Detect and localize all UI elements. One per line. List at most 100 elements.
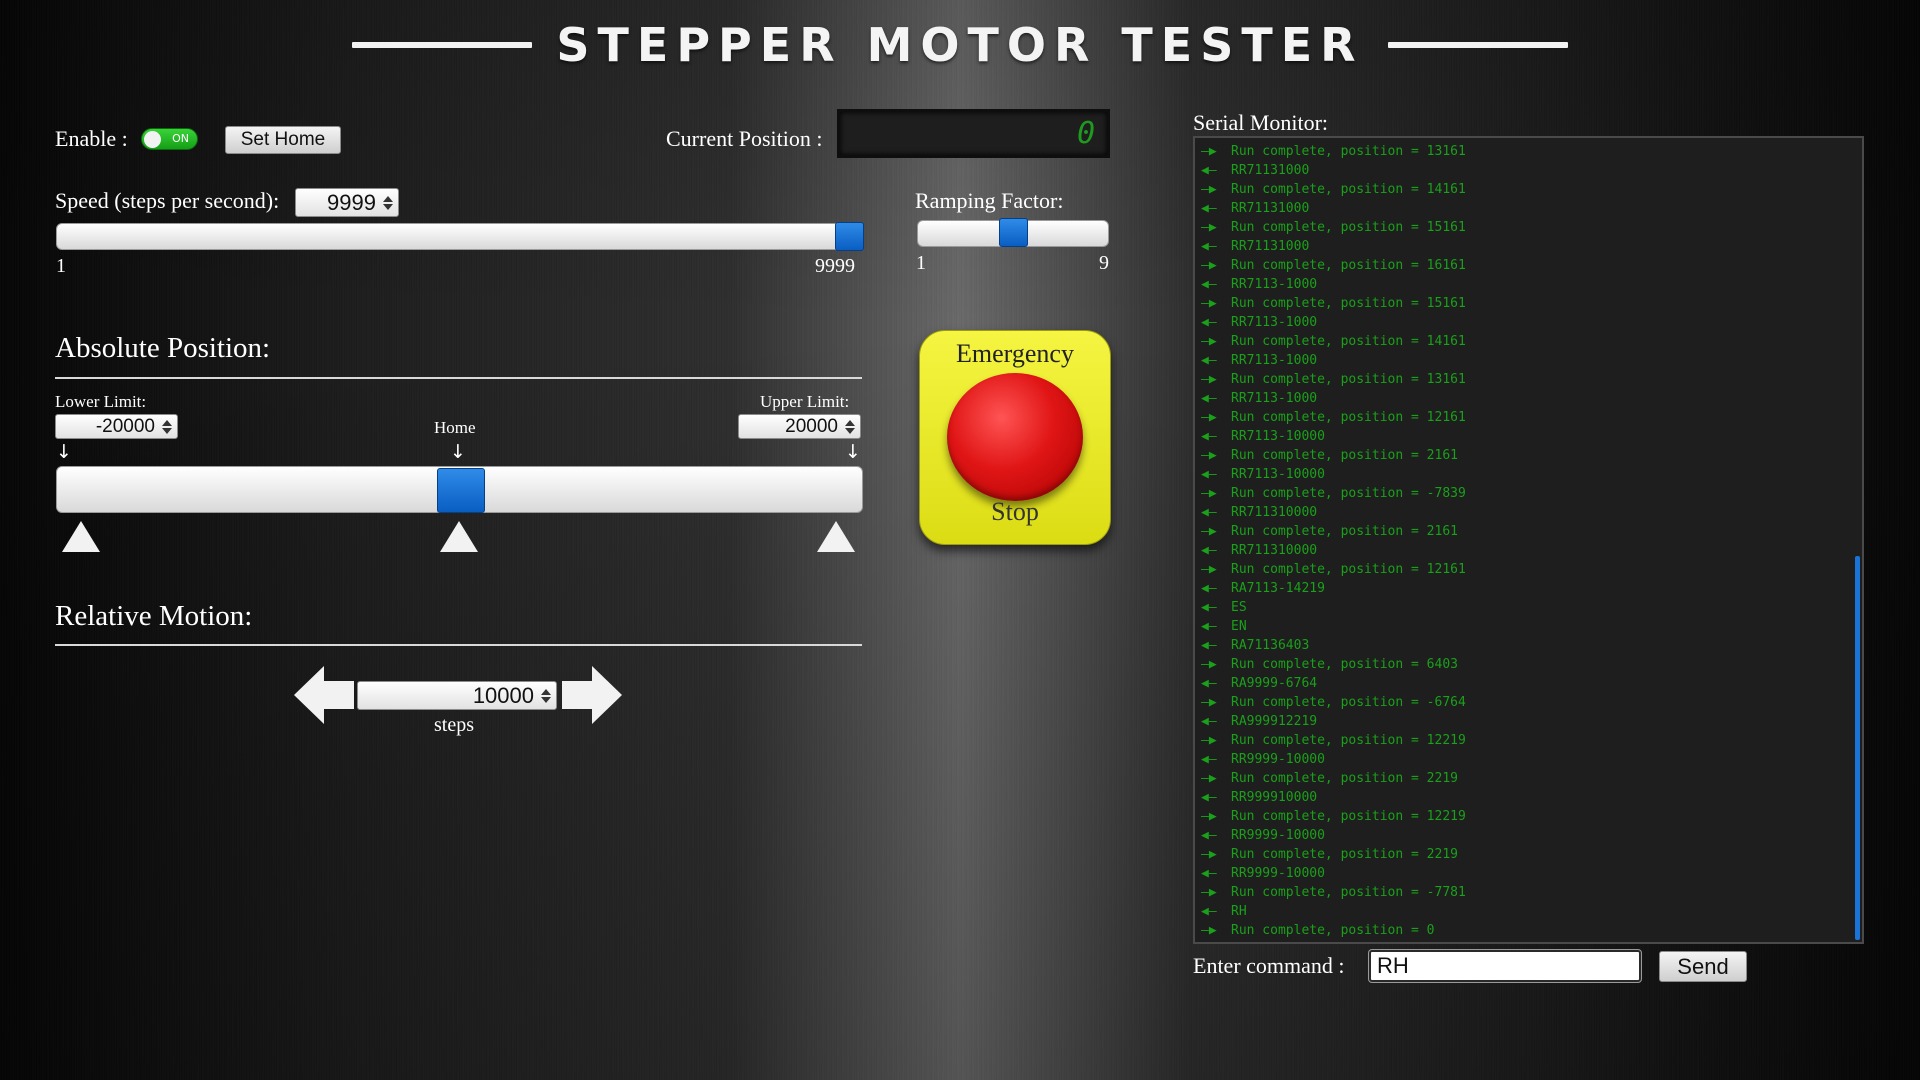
outgoing-arrow-icon: ◀— <box>1201 828 1217 843</box>
incoming-arrow-icon: —▶ <box>1201 372 1217 387</box>
serial-log-text: RR7113-1000 <box>1231 353 1318 368</box>
relative-motion-title: Relative Motion: <box>55 600 253 632</box>
speed-label: Speed (steps per second): <box>55 188 280 213</box>
serial-log-text: RR7113-10000 <box>1231 429 1325 444</box>
speed-min-label: 1 <box>56 255 66 277</box>
outgoing-arrow-icon: ◀— <box>1201 904 1217 919</box>
speed-max-label: 9999 <box>815 255 855 277</box>
serial-log-text: Run complete, position = 2161 <box>1231 524 1458 539</box>
outgoing-arrow-icon: ◀— <box>1201 752 1217 767</box>
absolute-divider <box>55 377 862 379</box>
current-position-label: Current Position : <box>666 126 823 151</box>
serial-scrollbar[interactable] <box>1855 556 1860 940</box>
incoming-arrow-icon: —▶ <box>1201 410 1217 425</box>
serial-log-line: —▶ Run complete, position = 13161 <box>1201 142 1848 161</box>
outgoing-arrow-icon: ◀— <box>1201 505 1217 520</box>
outgoing-arrow-icon: ◀— <box>1201 163 1217 178</box>
current-position-value: 0 <box>1076 116 1095 151</box>
ramping-label: Ramping Factor: <box>915 188 1064 213</box>
outgoing-arrow-icon: ◀— <box>1201 239 1217 254</box>
serial-log-text: Run complete, position = 2219 <box>1231 847 1458 862</box>
relative-steps-value: 10000 <box>472 682 534 708</box>
serial-log-line: —▶ Run complete, position = 14161 <box>1201 332 1848 351</box>
serial-log-line: ◀— RA9999-6764 <box>1201 674 1848 693</box>
move-left-arrow-icon[interactable] <box>294 666 354 724</box>
serial-monitor-log[interactable]: —▶ Run complete, position = 13161 ◀— RR7113… <box>1193 136 1864 944</box>
serial-log-text: RR9999-10000 <box>1231 752 1325 767</box>
incoming-arrow-icon: —▶ <box>1201 258 1217 273</box>
serial-log-text: RR7113-1000 <box>1231 277 1318 292</box>
serial-log-line: ◀— RR9999-10000 <box>1201 826 1848 845</box>
serial-log-text: RR7113-1000 <box>1231 391 1318 406</box>
home-marker-icon <box>440 521 478 552</box>
outgoing-arrow-icon: ◀— <box>1201 619 1217 634</box>
ramping-slider-thumb[interactable] <box>999 218 1028 247</box>
serial-log-text: Run complete, position = 2161 <box>1231 448 1458 463</box>
spin-arrows-icon[interactable] <box>161 419 177 434</box>
lower-limit-value: -20000 <box>95 415 155 437</box>
serial-log-text: Run complete, position = -7839 <box>1231 486 1466 501</box>
serial-log-text: RR9999-10000 <box>1231 828 1325 843</box>
upper-limit-marker-icon <box>817 521 855 552</box>
steps-label: steps <box>434 714 474 736</box>
serial-log-line: ◀— EN <box>1201 617 1848 636</box>
emergency-label: Emergency <box>956 339 1074 368</box>
serial-log-line: ◀— RR7113-10000 <box>1201 427 1848 446</box>
speed-spinbox[interactable]: 9999 <box>295 188 399 217</box>
outgoing-arrow-icon: ◀— <box>1201 277 1217 292</box>
serial-log-text: Run complete, position = 12219 <box>1231 733 1466 748</box>
lower-limit-spinbox[interactable]: -20000 <box>55 414 178 439</box>
serial-log-text: RR999910000 <box>1231 790 1318 805</box>
serial-log-line: ◀— RR7113-1000 <box>1201 351 1848 370</box>
incoming-arrow-icon: —▶ <box>1201 524 1217 539</box>
incoming-arrow-icon: —▶ <box>1201 486 1217 501</box>
upper-limit-spinbox[interactable]: 20000 <box>738 414 861 439</box>
serial-log-text: Run complete, position = 0 <box>1231 923 1435 938</box>
ramping-min-label: 1 <box>916 252 926 274</box>
toggle-knob <box>144 131 161 148</box>
serial-log-text: RR71131000 <box>1231 163 1310 178</box>
serial-log-line: —▶ Run complete, position = 2219 <box>1201 769 1848 788</box>
incoming-arrow-icon: —▶ <box>1201 220 1217 235</box>
serial-log-line: —▶ Run complete, position = 14161 <box>1201 180 1848 199</box>
spin-arrows-icon[interactable] <box>382 195 398 210</box>
ramping-max-label: 9 <box>1099 252 1109 274</box>
serial-log-line: ◀— RH <box>1201 902 1848 921</box>
command-label: Enter command : <box>1193 953 1345 978</box>
set-home-button[interactable]: Set Home <box>225 126 341 154</box>
enable-toggle[interactable]: ON <box>141 128 198 150</box>
serial-log-line: —▶ Run complete, position = 15161 <box>1201 218 1848 237</box>
serial-log-line: ◀— RR7113-1000 <box>1201 313 1848 332</box>
serial-log-line: ◀— RR7113-10000 <box>1201 465 1848 484</box>
speed-slider-thumb[interactable] <box>835 222 864 251</box>
spin-arrows-icon[interactable] <box>844 419 860 434</box>
move-right-arrow-icon[interactable] <box>562 666 622 724</box>
lower-limit-down-arrow-icon: ↓ <box>56 441 72 463</box>
serial-log-line: —▶ Run complete, position = 2161 <box>1201 522 1848 541</box>
serial-log-text: Run complete, position = 12161 <box>1231 410 1466 425</box>
command-input[interactable] <box>1369 950 1641 982</box>
lower-limit-label: Lower Limit: <box>55 392 147 411</box>
serial-log-text: Run complete, position = 6403 <box>1231 657 1458 672</box>
serial-monitor-title: Serial Monitor: <box>1193 110 1329 135</box>
send-button[interactable]: Send <box>1659 951 1747 982</box>
app-title-bar: STEPPER MOTOR TESTER <box>0 18 1920 72</box>
outgoing-arrow-icon: ◀— <box>1201 543 1217 558</box>
incoming-arrow-icon: —▶ <box>1201 144 1217 159</box>
spin-arrows-icon[interactable] <box>540 688 556 703</box>
relative-steps-spinbox[interactable]: 10000 <box>357 681 557 710</box>
incoming-arrow-icon: —▶ <box>1201 847 1217 862</box>
speed-slider-track[interactable] <box>56 223 863 250</box>
emergency-stop-button[interactable]: Emergency Stop <box>919 330 1111 545</box>
serial-log-line: —▶ Run complete, position = 13161 <box>1201 370 1848 389</box>
absolute-position-thumb[interactable] <box>436 468 485 513</box>
serial-log-line: —▶ Run complete, position = 2161 <box>1201 446 1848 465</box>
serial-log-text: Run complete, position = -7781 <box>1231 885 1466 900</box>
outgoing-arrow-icon: ◀— <box>1201 467 1217 482</box>
stop-button-icon[interactable] <box>947 373 1083 501</box>
incoming-arrow-icon: —▶ <box>1201 771 1217 786</box>
incoming-arrow-icon: —▶ <box>1201 923 1217 938</box>
serial-log-text: Run complete, position = 13161 <box>1231 372 1466 387</box>
serial-log-text: RA9999-6764 <box>1231 676 1318 691</box>
serial-log-text: Run complete, position = 15161 <box>1231 296 1466 311</box>
